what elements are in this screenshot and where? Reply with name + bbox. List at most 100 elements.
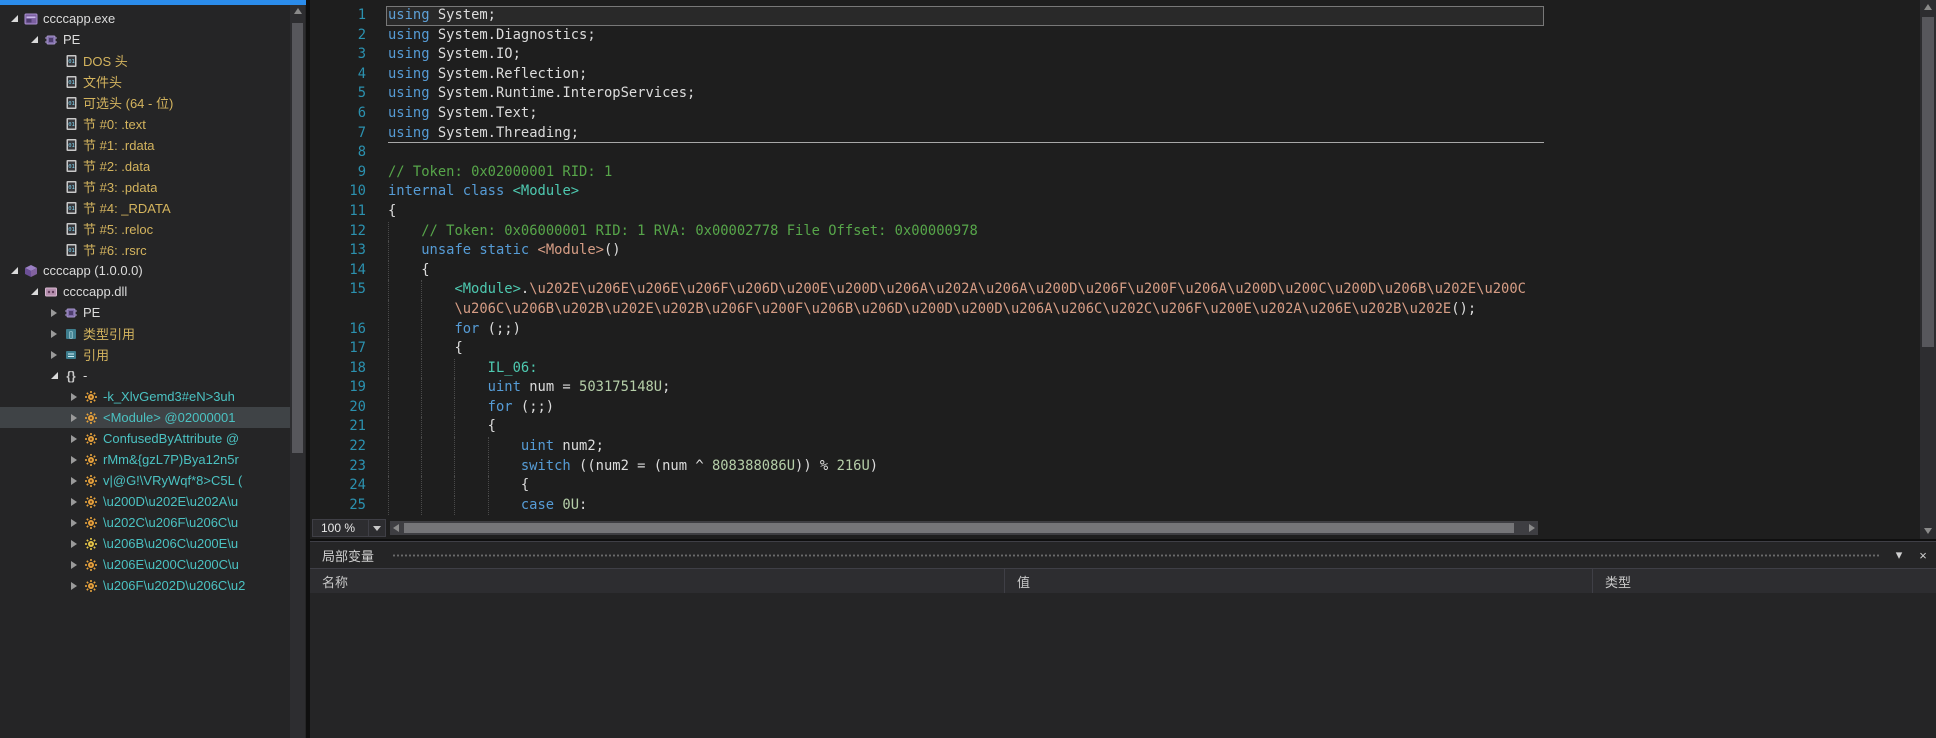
tree-item[interactable]: \u202C\u206F\u206C\u bbox=[0, 512, 290, 533]
code-line[interactable]: 4 using System.Reflection; bbox=[310, 65, 1920, 85]
tree-item[interactable]: 01 节 #2: .data bbox=[0, 155, 290, 176]
code-line-text: { bbox=[388, 260, 430, 281]
code-line[interactable]: 2 using System.Diagnostics; bbox=[310, 26, 1920, 46]
indent-guide bbox=[421, 476, 454, 496]
tree-item[interactable]: 引用 bbox=[0, 344, 290, 365]
collapsed-arrow-icon[interactable] bbox=[66, 392, 82, 401]
expanded-arrow-icon[interactable] bbox=[6, 15, 22, 22]
code-line[interactable]: 3 using System.IO; bbox=[310, 45, 1920, 65]
collapsed-arrow-icon[interactable] bbox=[46, 308, 62, 317]
code-line[interactable]: 1 using System; bbox=[310, 6, 1920, 26]
scroll-left-arrow-icon[interactable] bbox=[393, 524, 399, 532]
tree-item[interactable]: rMm&{gzL7P)Bya12n5r bbox=[0, 449, 290, 470]
scrollbar-thumb[interactable] bbox=[404, 523, 1514, 533]
locals-column-header[interactable]: 名称 bbox=[310, 569, 1005, 593]
code-line[interactable]: 24 { bbox=[310, 476, 1920, 496]
tree-item[interactable]: 01 节 #1: .rdata bbox=[0, 134, 290, 155]
locals-menu-button[interactable]: ▾ bbox=[1888, 545, 1910, 565]
code-line-text: for (;;) bbox=[388, 319, 521, 340]
scroll-down-arrow-icon[interactable] bbox=[1920, 528, 1936, 534]
code-line[interactable]: 6 using System.Text; bbox=[310, 104, 1920, 124]
locals-title-bar[interactable]: 局部变量 ▾ × bbox=[310, 542, 1936, 568]
locals-column-header[interactable]: 类型 bbox=[1593, 569, 1936, 593]
tree-item[interactable]: <Module> @02000001 bbox=[0, 407, 290, 428]
code-line[interactable]: 15 <Module>.\u202E\u206E\u206E\u206F\u206… bbox=[310, 280, 1920, 300]
collapsed-arrow-icon[interactable] bbox=[66, 434, 82, 443]
code-line[interactable]: 7 using System.Threading; bbox=[310, 124, 1920, 144]
code-line[interactable]: 17 { bbox=[310, 339, 1920, 359]
code-line[interactable]: 14 { bbox=[310, 260, 1920, 281]
collapsed-arrow-icon[interactable] bbox=[66, 497, 82, 506]
code-line[interactable]: 13 unsafe static <Module>() bbox=[310, 241, 1920, 261]
code-line[interactable]: 21 { bbox=[310, 417, 1920, 438]
scroll-up-arrow-icon[interactable] bbox=[1920, 4, 1936, 10]
tree-item[interactable]: 01 可选头 (64 - 位) bbox=[0, 92, 290, 113]
zoom-dropdown-button[interactable] bbox=[368, 520, 385, 536]
tree-item[interactable]: 01 节 #5: .reloc bbox=[0, 218, 290, 239]
code-line[interactable]: 19 uint num = 503175148U; bbox=[310, 378, 1920, 398]
code-line[interactable]: 22 uint num2; bbox=[310, 437, 1920, 457]
svg-text:01: 01 bbox=[68, 143, 75, 149]
collapsed-arrow-icon[interactable] bbox=[66, 518, 82, 527]
tree-item[interactable]: 01 节 #0: .text bbox=[0, 113, 290, 134]
code-line[interactable]: 12 // Token: 0x06000001 RID: 1 RVA: 0x000… bbox=[310, 221, 1920, 242]
tree-item[interactable]: 01 DOS 头 bbox=[0, 50, 290, 71]
scrollbar-thumb[interactable] bbox=[1922, 17, 1934, 347]
tree-item[interactable]: \u206E\u200C\u200C\u bbox=[0, 554, 290, 575]
tree-item[interactable]: \u206F\u202D\u206C\u2 bbox=[0, 575, 290, 596]
collapsed-arrow-icon[interactable] bbox=[46, 350, 62, 359]
collapsed-arrow-icon[interactable] bbox=[66, 581, 82, 590]
tree-item[interactable]: [] 类型引用 bbox=[0, 323, 290, 344]
tree-item[interactable]: PE bbox=[0, 29, 290, 50]
collapsed-arrow-icon[interactable] bbox=[66, 476, 82, 485]
scrollbar-thumb[interactable] bbox=[292, 23, 303, 453]
indent-guide bbox=[454, 456, 487, 477]
scroll-right-arrow-icon[interactable] bbox=[1529, 524, 1535, 532]
editor-vertical-scrollbar[interactable] bbox=[1920, 0, 1936, 539]
collapsed-arrow-icon[interactable] bbox=[66, 455, 82, 464]
collapsed-arrow-icon[interactable] bbox=[66, 539, 82, 548]
tree-item[interactable]: 01 节 #3: .pdata bbox=[0, 176, 290, 197]
tree-item[interactable]: 01 节 #4: _RDATA bbox=[0, 197, 290, 218]
code-line[interactable]: 25 case 0U: bbox=[310, 495, 1920, 516]
collapsed-arrow-icon[interactable] bbox=[66, 413, 82, 422]
scroll-up-arrow-icon[interactable] bbox=[290, 8, 305, 14]
expanded-arrow-icon[interactable] bbox=[26, 288, 42, 295]
tree-item[interactable]: 01 节 #6: .rsrc bbox=[0, 239, 290, 260]
code-line[interactable]: 11 { bbox=[310, 202, 1920, 222]
tree-item[interactable]: ccccapp.dll bbox=[0, 281, 290, 302]
expanded-arrow-icon[interactable] bbox=[46, 372, 62, 379]
locals-column-header[interactable]: 值 bbox=[1005, 569, 1593, 593]
code-line[interactable]: 16 for (;;) bbox=[310, 319, 1920, 340]
tree-item[interactable]: {} - bbox=[0, 365, 290, 386]
locals-close-button[interactable]: × bbox=[1912, 545, 1934, 565]
expanded-arrow-icon[interactable] bbox=[26, 36, 42, 43]
collapsed-arrow-icon[interactable] bbox=[66, 560, 82, 569]
tree-item[interactable]: \u206B\u206C\u200E\u bbox=[0, 533, 290, 554]
code-line[interactable]: 23 switch ((num2 = (num ^ 808388086U)) % … bbox=[310, 456, 1920, 477]
tree-item[interactable]: PE bbox=[0, 302, 290, 323]
indent-guide bbox=[487, 495, 521, 516]
tree-item[interactable]: ccccapp (1.0.0.0) bbox=[0, 260, 290, 281]
code-line[interactable]: 20 for (;;) bbox=[310, 397, 1920, 418]
expanded-arrow-icon[interactable] bbox=[6, 267, 22, 274]
code-line[interactable]: 10 internal class <Module> bbox=[310, 182, 1920, 202]
tree-item[interactable]: 01 文件头 bbox=[0, 71, 290, 92]
code-line-text: unsafe static <Module>() bbox=[388, 241, 621, 261]
collapsed-arrow-icon[interactable] bbox=[46, 329, 62, 338]
tree-item[interactable]: \u200D\u202E\u202A\u bbox=[0, 491, 290, 512]
chevron-down-icon bbox=[373, 525, 381, 531]
code-line[interactable]: 18 IL_06: bbox=[310, 358, 1920, 379]
code-line[interactable]: 9 // Token: 0x02000001 RID: 1 bbox=[310, 163, 1920, 183]
code-line[interactable]: \u206C\u206B\u202B\u202E\u202B\u206F\u20… bbox=[310, 299, 1920, 320]
horizontal-scrollbar[interactable] bbox=[390, 521, 1538, 535]
tree-item[interactable]: ccccapp.exe bbox=[0, 8, 290, 29]
zoom-combobox[interactable]: 100 % bbox=[312, 519, 386, 537]
indent-guide bbox=[388, 299, 421, 320]
tree-vertical-scrollbar[interactable] bbox=[290, 5, 305, 738]
code-line[interactable]: 5 using System.Runtime.InteropServices; bbox=[310, 84, 1920, 104]
tree-item[interactable]: v|@G!\VRyWqf*8>C5L ( bbox=[0, 470, 290, 491]
tree-item[interactable]: ConfusedByAttribute @ bbox=[0, 428, 290, 449]
code-line[interactable]: 8 bbox=[310, 143, 1920, 163]
tree-item[interactable]: -k_XlvGemd3#eN>3uh bbox=[0, 386, 290, 407]
